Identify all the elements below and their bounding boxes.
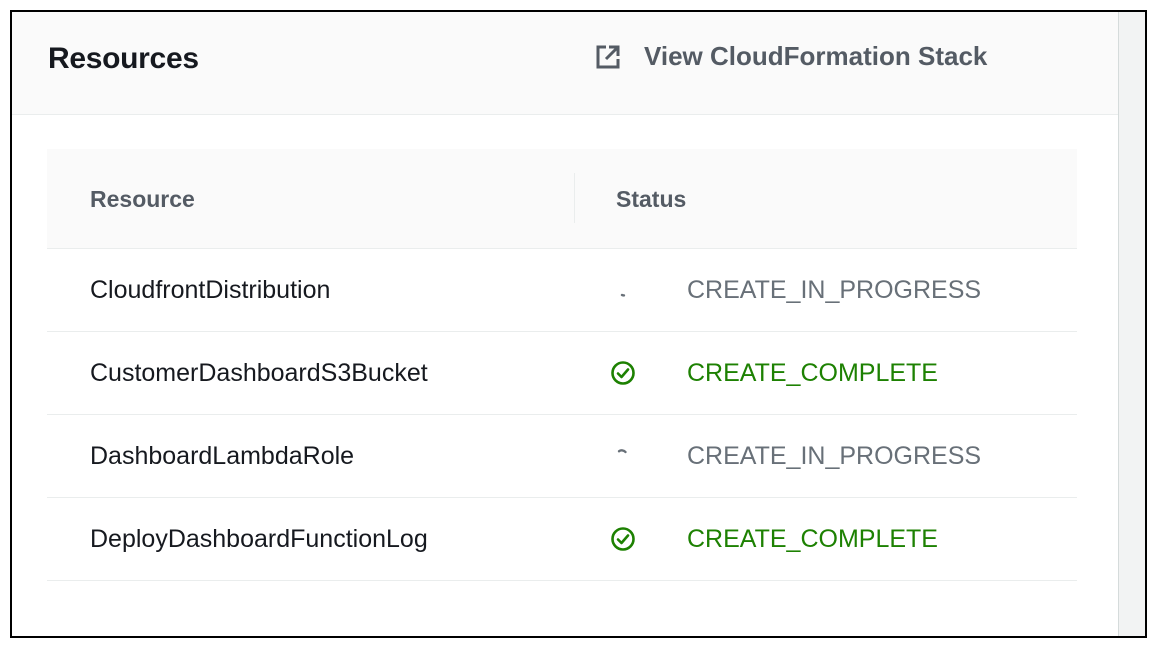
spinner-icon xyxy=(617,449,627,454)
external-link-icon xyxy=(596,45,620,68)
screenshot-frame: Resources View CloudFormation Stack Reso… xyxy=(10,10,1147,638)
scrollbar[interactable] xyxy=(1118,12,1145,636)
status-text: CREATE_IN_PROGRESS xyxy=(687,276,982,304)
resource-name: CloudfrontDistribution xyxy=(90,276,331,304)
check-circle-icon xyxy=(611,527,635,551)
panel-header: Resources View CloudFormation Stack xyxy=(12,12,1118,115)
table-row: DashboardLambdaRole CREATE_IN_PROGRESS xyxy=(47,415,1077,498)
column-divider[interactable] xyxy=(574,173,575,223)
status-text: CREATE_IN_PROGRESS xyxy=(687,442,982,470)
table-row: DeployDashboardFunctionLog CREATE_COMPLE… xyxy=(47,498,1077,581)
view-cloudformation-stack-label: View CloudFormation Stack xyxy=(644,41,988,71)
status-text: CREATE_COMPLETE xyxy=(687,359,938,387)
panel-title: Resources xyxy=(48,42,199,75)
view-cloudformation-stack-link[interactable]: View CloudFormation Stack xyxy=(594,41,987,72)
column-header-resource[interactable]: Resource xyxy=(90,186,195,213)
check-circle-icon xyxy=(611,361,635,385)
resources-panel: Resources View CloudFormation Stack Reso… xyxy=(12,12,1118,636)
table-row: CustomerDashboardS3Bucket CREATE_COMPLET… xyxy=(47,332,1077,415)
resource-name: DeployDashboardFunctionLog xyxy=(90,525,428,553)
status-text: CREATE_COMPLETE xyxy=(687,525,938,553)
table-row: CloudfrontDistribution CREATE_IN_PROGRES… xyxy=(47,249,1077,332)
resource-name: CustomerDashboardS3Bucket xyxy=(90,359,428,387)
table-header: Resource Status xyxy=(47,149,1077,249)
column-header-status[interactable]: Status xyxy=(616,186,686,213)
resources-table: Resource Status CloudfrontDistribution C… xyxy=(47,149,1077,581)
resource-name: DashboardLambdaRole xyxy=(90,442,355,470)
spinner-icon xyxy=(620,293,626,297)
